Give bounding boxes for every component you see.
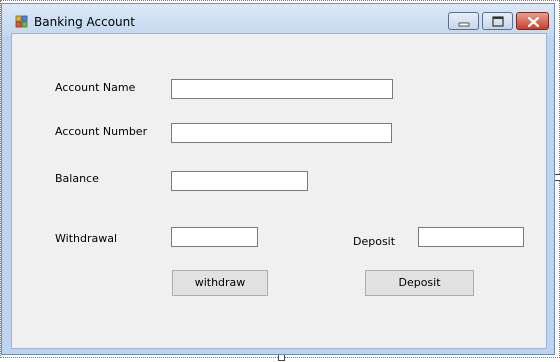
balance-input[interactable]: [171, 171, 308, 191]
account-name-input[interactable]: [171, 79, 393, 99]
resize-handle-bottom[interactable]: [278, 354, 285, 361]
deposit-label: Deposit: [353, 235, 396, 248]
balance-label: Balance: [55, 172, 99, 185]
title-bar[interactable]: Banking Account: [2, 4, 554, 36]
account-number-input[interactable]: [171, 123, 392, 143]
form-client-area: Account Name Account Number Balance With…: [11, 33, 547, 349]
close-icon: [527, 16, 540, 28]
maximize-icon: [492, 16, 504, 27]
withdrawal-label: Withdrawal: [55, 232, 118, 245]
deposit-button[interactable]: Deposit: [365, 270, 474, 296]
account-number-label: Account Number: [55, 125, 148, 138]
close-button[interactable]: [516, 12, 549, 30]
maximize-button[interactable]: [482, 12, 513, 30]
minimize-icon: [458, 22, 470, 27]
withdrawal-input[interactable]: [171, 227, 258, 247]
withdraw-button[interactable]: withdraw: [172, 270, 268, 296]
minimize-button[interactable]: [448, 12, 479, 30]
app-icon: [15, 15, 28, 28]
deposit-input[interactable]: [418, 227, 524, 247]
account-name-label: Account Name: [55, 81, 136, 94]
banking-account-window: Banking Account Account Name Account Num…: [1, 3, 555, 355]
window-title: Banking Account: [34, 15, 135, 29]
